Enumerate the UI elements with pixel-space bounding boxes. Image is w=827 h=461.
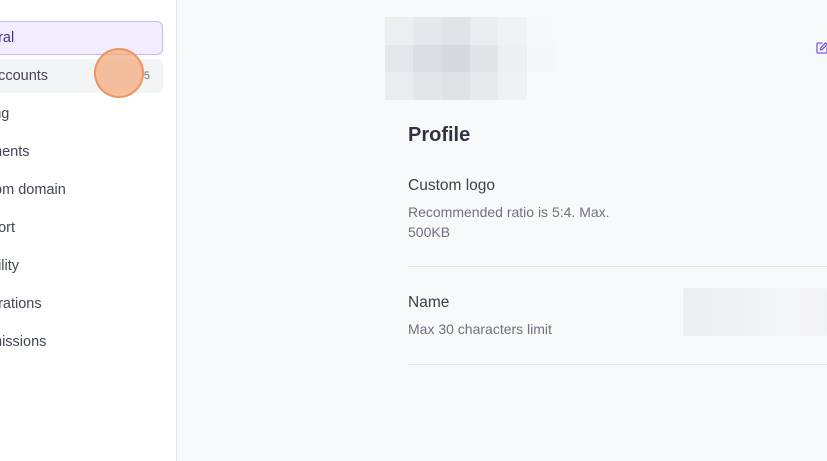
- sidebar-item-integrations[interactable]: grations: [0, 287, 163, 321]
- sidebar-item-permissions[interactable]: missions: [0, 325, 163, 359]
- sidebar-item-label: bility: [0, 258, 20, 274]
- sidebar-item-label: eral: [0, 30, 15, 46]
- sidebar-item-payments[interactable]: ments: [0, 135, 163, 169]
- custom-logo-label: Custom logo: [408, 177, 496, 194]
- count-badge: 5: [143, 70, 150, 82]
- sidebar-item-label: ments: [0, 144, 30, 160]
- sidebar-item-label: ing: [0, 106, 10, 122]
- divider: [408, 266, 827, 267]
- edit-icon[interactable]: [815, 41, 827, 55]
- sidebar-item-general[interactable]: eral: [0, 21, 163, 55]
- sidebar-item-label: tom domain: [0, 182, 66, 198]
- name-label: Name: [408, 294, 450, 311]
- sidebar-item-label: port: [0, 220, 15, 236]
- sidebar-item-support[interactable]: port: [0, 211, 163, 245]
- sidebar-item-label: missions: [0, 334, 47, 350]
- logo-preview[interactable]: [385, 17, 555, 100]
- settings-sidebar: eral accounts 5 ing ments tom domain por…: [0, 0, 177, 461]
- sidebar-item-custom-domain[interactable]: tom domain: [0, 173, 163, 207]
- divider: [408, 364, 827, 365]
- custom-logo-help: Recommended ratio is 5:4. Max. 500KB: [408, 204, 610, 240]
- sidebar-item-accounts[interactable]: accounts 5: [0, 59, 163, 93]
- sidebar-item-label: grations: [0, 296, 42, 312]
- name-input[interactable]: [683, 288, 827, 336]
- sidebar-item-billing[interactable]: ing: [0, 97, 163, 131]
- name-help: Max 30 characters limit: [408, 321, 552, 337]
- sidebar-item-label: accounts: [0, 68, 49, 84]
- sidebar-item-visibility[interactable]: bility: [0, 249, 163, 283]
- section-title: Profile: [408, 124, 471, 146]
